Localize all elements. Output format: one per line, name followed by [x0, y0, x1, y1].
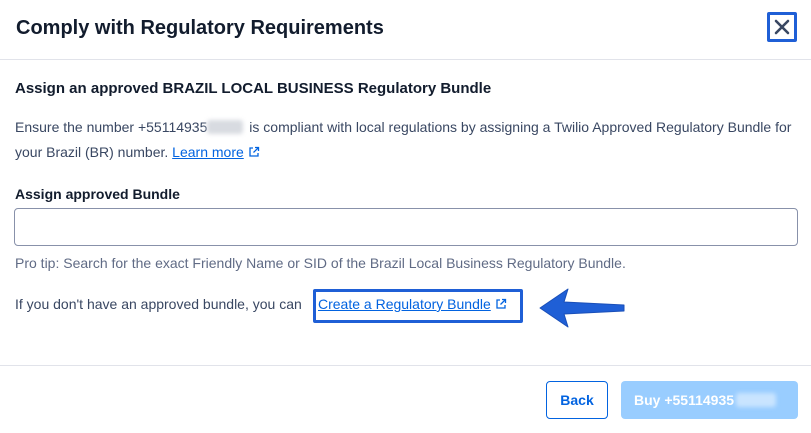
create-bundle-link[interactable]: Create a Regulatory Bundle: [318, 296, 491, 312]
dialog-title: Comply with Regulatory Requirements: [16, 17, 384, 39]
dialog-header: Comply with Regulatory Requirements: [0, 0, 811, 60]
close-icon: [774, 19, 790, 35]
bundle-input[interactable]: [14, 208, 798, 246]
external-link-icon: [496, 298, 506, 309]
back-button[interactable]: Back: [546, 381, 608, 419]
redacted-number: [736, 393, 777, 407]
close-button[interactable]: [767, 12, 797, 42]
bundle-field-label: Assign approved Bundle: [15, 186, 180, 202]
buy-button-label: Buy +55114935: [634, 392, 735, 408]
description: Ensure the number +55114935 is compliant…: [15, 115, 795, 165]
section-heading: Assign an approved BRAZIL LOCAL BUSINESS…: [15, 80, 492, 97]
learn-more-link[interactable]: Learn more: [172, 144, 244, 160]
help-text: Pro tip: Search for the exact Friendly N…: [15, 255, 626, 271]
redacted-number: [207, 120, 244, 134]
external-link-icon: [249, 146, 259, 157]
create-bundle-prefix: If you don't have an approved bundle, yo…: [15, 296, 302, 312]
create-bundle-row: Create a Regulatory Bundle: [318, 296, 507, 312]
description-prefix: Ensure the number +55114935: [15, 119, 208, 135]
arrow-left-icon: [539, 288, 625, 328]
buy-button[interactable]: Buy +55114935: [621, 381, 798, 419]
